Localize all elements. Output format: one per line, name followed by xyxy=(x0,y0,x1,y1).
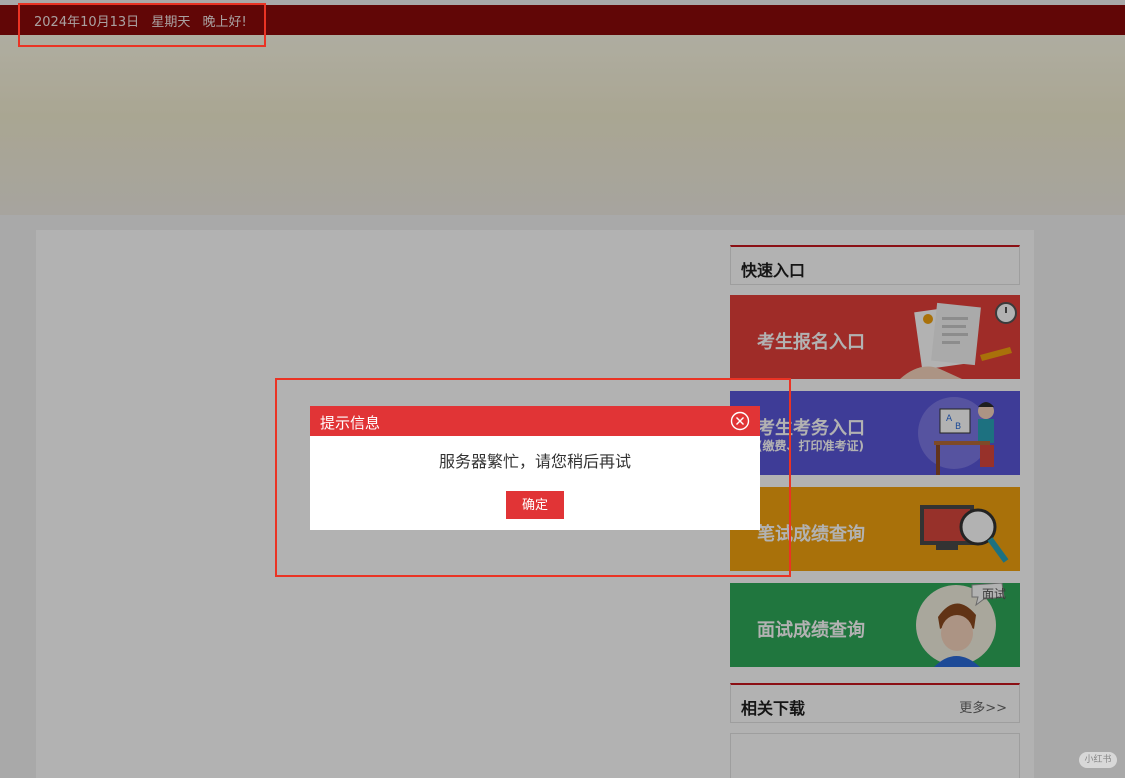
dialog-message: 服务器繁忙，请您稍后再试 xyxy=(438,452,631,471)
close-icon[interactable] xyxy=(730,411,750,431)
dialog-title: 提示信息 xyxy=(320,414,381,432)
dialog-header: 提示信息 xyxy=(310,406,760,436)
alert-dialog: 提示信息 服务器繁忙，请您稍后再试 确定 xyxy=(310,406,760,530)
modal-overlay xyxy=(0,0,1125,778)
watermark: 小红书 xyxy=(1079,752,1117,768)
confirm-button[interactable]: 确定 xyxy=(506,491,564,519)
